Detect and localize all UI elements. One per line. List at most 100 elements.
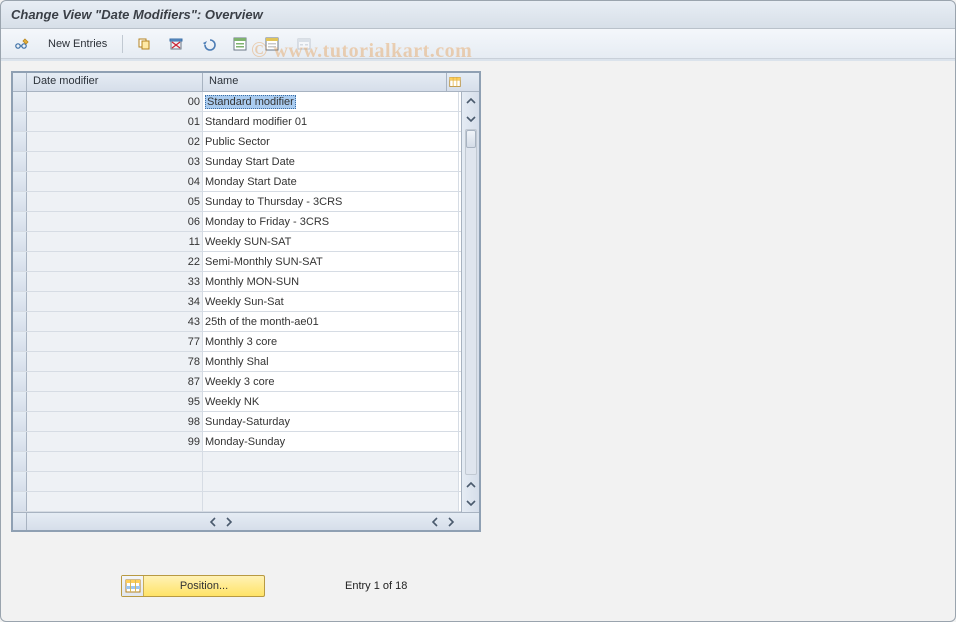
vertical-scrollbar[interactable] — [461, 92, 479, 512]
row-selector[interactable] — [13, 92, 27, 111]
cell-name[interactable]: Weekly 3 core — [203, 372, 459, 391]
toggle-display-button[interactable] — [9, 33, 35, 55]
cell-code[interactable]: 33 — [27, 272, 203, 291]
row-selector[interactable] — [13, 212, 27, 231]
print-button[interactable] — [291, 33, 317, 55]
cell-name[interactable]: Weekly SUN-SAT — [203, 232, 459, 251]
row-selector[interactable] — [13, 112, 27, 131]
cell-name[interactable]: Sunday-Saturday — [203, 412, 459, 431]
grid-header-code[interactable]: Date modifier — [27, 73, 203, 91]
table-row[interactable]: 33Monthly MON-SUN — [13, 272, 461, 292]
table-row[interactable]: 4325th of the month-ae01 — [13, 312, 461, 332]
row-selector[interactable] — [13, 372, 27, 391]
row-selector[interactable] — [13, 352, 27, 371]
table-row[interactable]: 03Sunday Start Date — [13, 152, 461, 172]
row-selector[interactable] — [13, 472, 27, 491]
undo-button[interactable] — [195, 33, 221, 55]
cell-name[interactable]: Weekly Sun-Sat — [203, 292, 459, 311]
row-selector[interactable] — [13, 492, 27, 511]
cell-name[interactable]: Monthly MON-SUN — [203, 272, 459, 291]
cell-code[interactable]: 01 — [27, 112, 203, 131]
hscroll-right-button-2[interactable] — [444, 515, 458, 529]
row-selector[interactable] — [13, 452, 27, 471]
cell-code[interactable]: 87 — [27, 372, 203, 391]
row-selector[interactable] — [13, 412, 27, 431]
table-row[interactable]: 87Weekly 3 core — [13, 372, 461, 392]
cell-code[interactable]: 06 — [27, 212, 203, 231]
cell-name[interactable] — [203, 492, 459, 511]
row-selector[interactable] — [13, 252, 27, 271]
row-selector[interactable] — [13, 332, 27, 351]
grid-header-selector[interactable] — [13, 73, 27, 91]
cell-name[interactable]: Standard modifier — [203, 92, 459, 111]
cell-code[interactable]: 04 — [27, 172, 203, 191]
deselect-all-button[interactable] — [259, 33, 285, 55]
cell-code[interactable]: 02 — [27, 132, 203, 151]
scroll-down-button-2[interactable] — [463, 495, 479, 511]
row-selector[interactable] — [13, 192, 27, 211]
cell-name[interactable]: Weekly NK — [203, 392, 459, 411]
cell-code[interactable]: 77 — [27, 332, 203, 351]
table-row[interactable]: 11Weekly SUN-SAT — [13, 232, 461, 252]
hscroll-left-button-2[interactable] — [428, 515, 442, 529]
table-row-empty[interactable] — [13, 452, 461, 472]
cell-code[interactable]: 22 — [27, 252, 203, 271]
cell-code[interactable]: 98 — [27, 412, 203, 431]
cell-name[interactable]: Sunday Start Date — [203, 152, 459, 171]
table-row[interactable]: 04Monday Start Date — [13, 172, 461, 192]
scroll-up-button[interactable] — [463, 93, 479, 109]
table-row[interactable]: 98Sunday-Saturday — [13, 412, 461, 432]
table-row[interactable]: 99Monday-Sunday — [13, 432, 461, 452]
table-row-empty[interactable] — [13, 472, 461, 492]
scroll-up-button-2[interactable] — [463, 477, 479, 493]
table-row[interactable]: 06Monday to Friday - 3CRS — [13, 212, 461, 232]
grid-header-name[interactable]: Name — [203, 73, 447, 91]
table-row[interactable]: 00Standard modifier — [13, 92, 461, 112]
vscroll-track[interactable] — [465, 129, 477, 475]
table-row[interactable]: 77Monthly 3 core — [13, 332, 461, 352]
cell-code[interactable] — [27, 452, 203, 471]
new-entries-button[interactable]: New Entries — [41, 33, 114, 55]
hscroll-left-button[interactable] — [206, 515, 220, 529]
table-row-empty[interactable] — [13, 492, 461, 512]
table-row[interactable]: 01Standard modifier 01 — [13, 112, 461, 132]
cell-name[interactable]: Monday to Friday - 3CRS — [203, 212, 459, 231]
table-row[interactable]: 02Public Sector — [13, 132, 461, 152]
cell-code[interactable]: 43 — [27, 312, 203, 331]
cell-name[interactable]: Public Sector — [203, 132, 459, 151]
row-selector[interactable] — [13, 392, 27, 411]
row-selector[interactable] — [13, 152, 27, 171]
hscroll-right-button[interactable] — [222, 515, 236, 529]
cell-code[interactable] — [27, 492, 203, 511]
cell-code[interactable] — [27, 472, 203, 491]
cell-code[interactable]: 34 — [27, 292, 203, 311]
cell-name[interactable]: Sunday to Thursday - 3CRS — [203, 192, 459, 211]
delete-button[interactable] — [163, 33, 189, 55]
cell-code[interactable]: 03 — [27, 152, 203, 171]
row-selector[interactable] — [13, 432, 27, 451]
table-row[interactable]: 78Monthly Shal — [13, 352, 461, 372]
cell-code[interactable]: 05 — [27, 192, 203, 211]
cell-name[interactable]: Standard modifier 01 — [203, 112, 459, 131]
grid-configure-button[interactable] — [447, 73, 463, 91]
cell-name[interactable] — [203, 472, 459, 491]
cell-name[interactable] — [203, 452, 459, 471]
row-selector[interactable] — [13, 312, 27, 331]
table-row[interactable]: 05Sunday to Thursday - 3CRS — [13, 192, 461, 212]
horizontal-scrollbar[interactable] — [13, 512, 479, 530]
scroll-down-button[interactable] — [463, 111, 479, 127]
position-button[interactable]: Position... — [121, 575, 265, 597]
row-selector[interactable] — [13, 132, 27, 151]
select-all-button[interactable] — [227, 33, 253, 55]
row-selector[interactable] — [13, 172, 27, 191]
cell-name[interactable]: Monday-Sunday — [203, 432, 459, 451]
cell-code[interactable]: 99 — [27, 432, 203, 451]
cell-name[interactable]: Monthly Shal — [203, 352, 459, 371]
cell-code[interactable]: 78 — [27, 352, 203, 371]
cell-code[interactable]: 95 — [27, 392, 203, 411]
cell-name[interactable]: 25th of the month-ae01 — [203, 312, 459, 331]
table-row[interactable]: 22Semi-Monthly SUN-SAT — [13, 252, 461, 272]
row-selector[interactable] — [13, 232, 27, 251]
cell-name[interactable]: Monday Start Date — [203, 172, 459, 191]
cell-name[interactable]: Semi-Monthly SUN-SAT — [203, 252, 459, 271]
